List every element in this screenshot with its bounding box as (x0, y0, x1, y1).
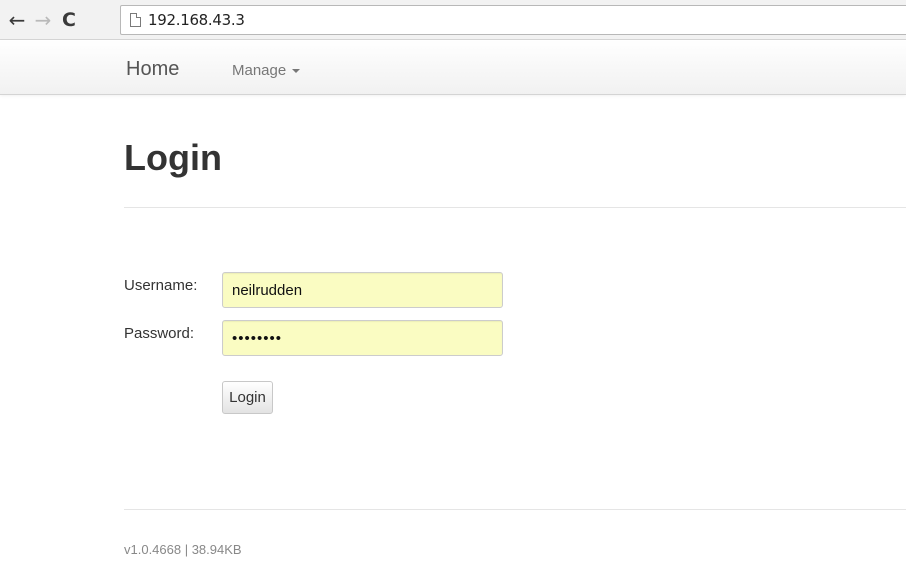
reload-icon[interactable]: C (58, 9, 80, 31)
footer-divider (124, 509, 906, 510)
nav-manage-dropdown[interactable]: Manage (232, 62, 301, 79)
page-title: Login (124, 137, 222, 178)
address-bar[interactable]: 192.168.43.3 (120, 5, 906, 35)
divider (124, 207, 906, 208)
caret-down-icon (292, 69, 301, 74)
nav-home-link[interactable]: Home (126, 58, 179, 81)
password-label: Password: (124, 325, 195, 342)
password-field[interactable] (222, 320, 503, 356)
back-arrow-icon[interactable]: ← (6, 9, 28, 31)
username-field[interactable] (222, 272, 503, 308)
browser-toolbar: ← → C 192.168.43.3 (0, 0, 906, 40)
login-button[interactable]: Login (222, 381, 273, 414)
version-text: v1.0.4668 | 38.94KB (124, 542, 242, 557)
navbar: Home Manage (0, 40, 906, 95)
forward-arrow-icon[interactable]: → (32, 9, 54, 31)
page-icon (130, 13, 141, 27)
address-text[interactable]: 192.168.43.3 (148, 11, 245, 29)
nav-manage-label: Manage (232, 62, 287, 79)
username-label: Username: (124, 277, 198, 294)
